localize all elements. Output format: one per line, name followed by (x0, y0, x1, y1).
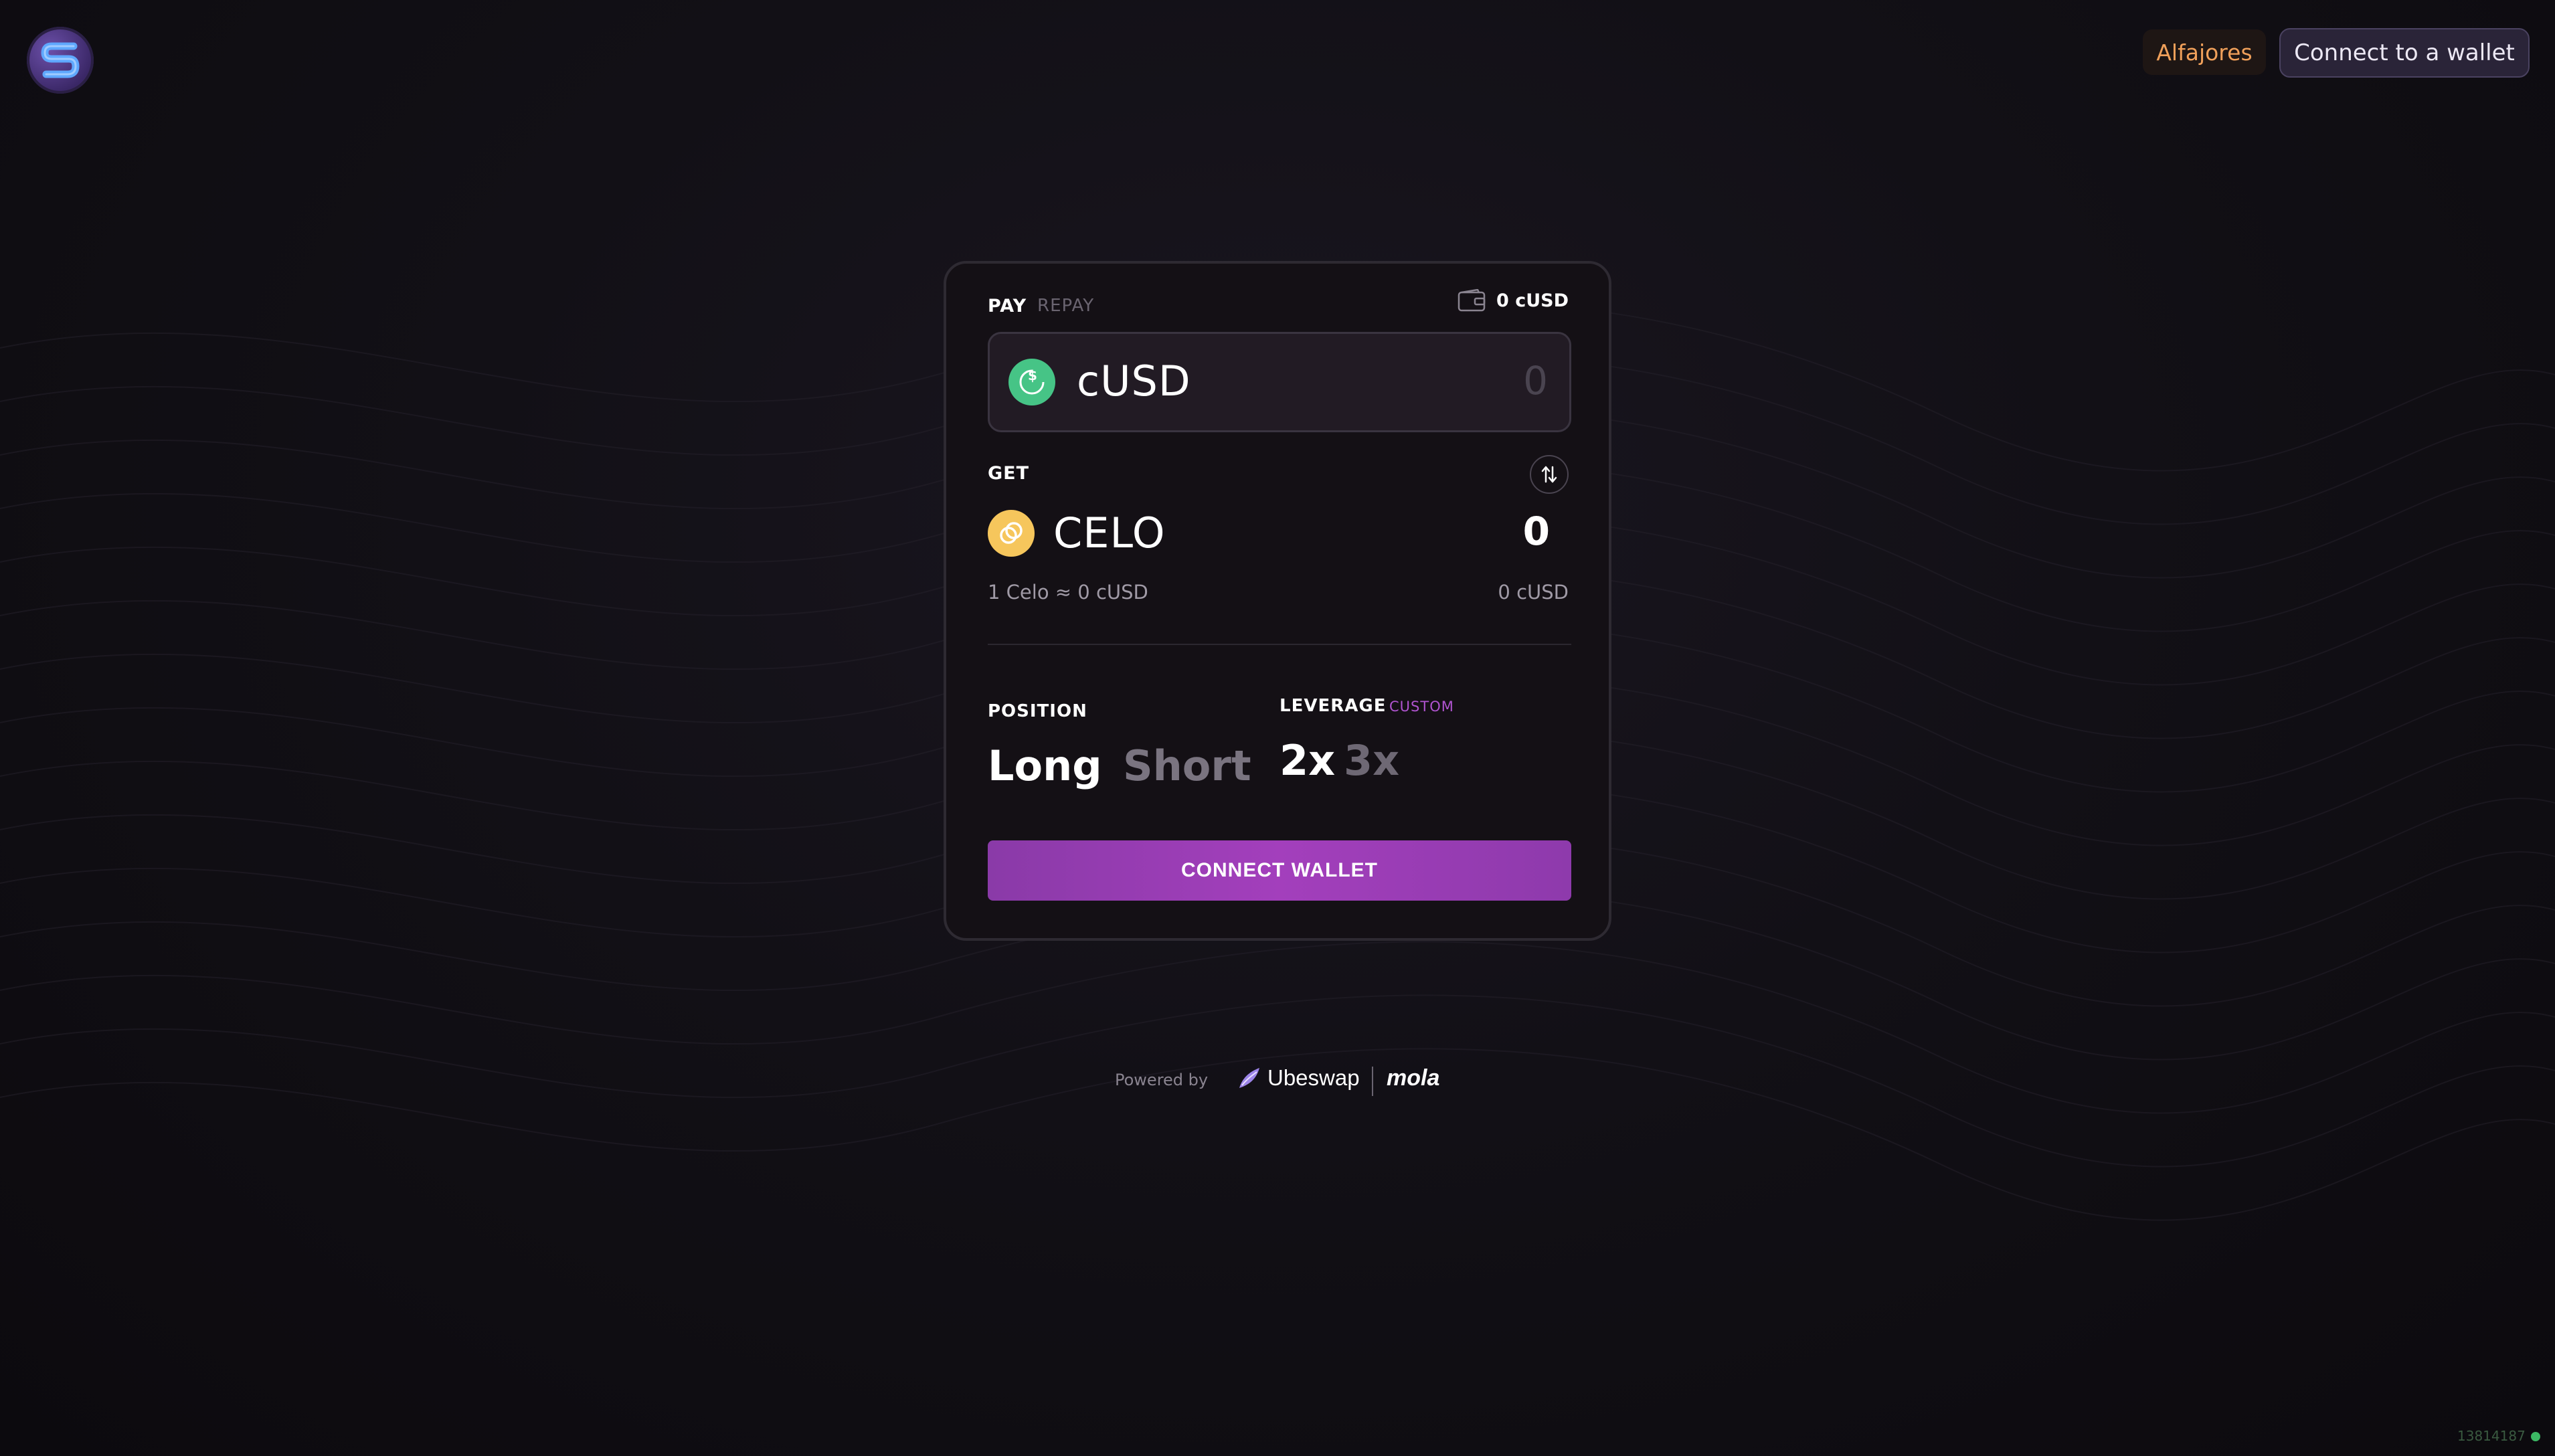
mola-partner-link[interactable]: mola (1387, 1065, 1439, 1091)
position-short-option[interactable]: Short (1123, 741, 1251, 790)
position-long-option[interactable]: Long (988, 741, 1102, 790)
connect-to-wallet-button[interactable]: Connect to a wallet (2279, 28, 2530, 78)
exchange-rate: 1 Celo ≈ 0 cUSD (988, 581, 1148, 604)
leverage-label: LEVERAGE (1280, 696, 1387, 716)
pay-amount-input[interactable]: 0 (1523, 358, 1548, 403)
swap-card: PAY REPAY 0 cUSD $ cUSD 0 GET CELO 0 1 C… (944, 261, 1611, 941)
leverage-2x-option[interactable]: 2x (1280, 736, 1335, 785)
pay-token-symbol[interactable]: cUSD (1077, 357, 1191, 405)
svg-text:$: $ (1028, 367, 1037, 383)
pay-token-input[interactable]: $ cUSD 0 (988, 332, 1571, 432)
footer-divider (1372, 1067, 1373, 1096)
connect-wallet-button[interactable]: CONNECT WALLET (988, 840, 1571, 901)
get-value-usd: 0 cUSD (1498, 581, 1569, 604)
tab-repay[interactable]: REPAY (1037, 296, 1094, 316)
balance-amount: 0 cUSD (1496, 290, 1569, 311)
section-divider (988, 644, 1571, 645)
tab-pay[interactable]: PAY (988, 296, 1027, 316)
app-page: Alfajores Connect to a wallet PAY REPAY … (0, 0, 2555, 1456)
get-label: GET (988, 463, 1030, 484)
block-number: 13814187 (2457, 1428, 2526, 1444)
ubeswap-label: Ubeswap (1267, 1065, 1360, 1090)
s-logo-glyph (41, 42, 80, 78)
position-label: POSITION (988, 701, 1087, 721)
wallet-balance: 0 cUSD (1458, 289, 1569, 312)
celo-token-icon (988, 510, 1035, 557)
leverage-custom-link[interactable]: CUSTOM (1389, 699, 1454, 715)
wallet-icon (1458, 289, 1486, 312)
cusd-token-icon: $ (1008, 359, 1055, 405)
ubeswap-partner-link[interactable]: Ubeswap (1237, 1065, 1360, 1091)
ubeswap-logo-icon (1239, 1068, 1259, 1088)
leverage-3x-option[interactable]: 3x (1344, 736, 1399, 785)
get-token-symbol[interactable]: CELO (1053, 509, 1166, 557)
swap-arrows-icon[interactable] (1530, 455, 1569, 494)
powered-by-label: Powered by (1115, 1071, 1209, 1089)
synthetic-s-logo-icon[interactable] (27, 27, 94, 94)
get-amount-value: 0 (1522, 509, 1550, 554)
status-dot-icon (2531, 1432, 2540, 1441)
network-selector-button[interactable]: Alfajores (2143, 29, 2266, 75)
